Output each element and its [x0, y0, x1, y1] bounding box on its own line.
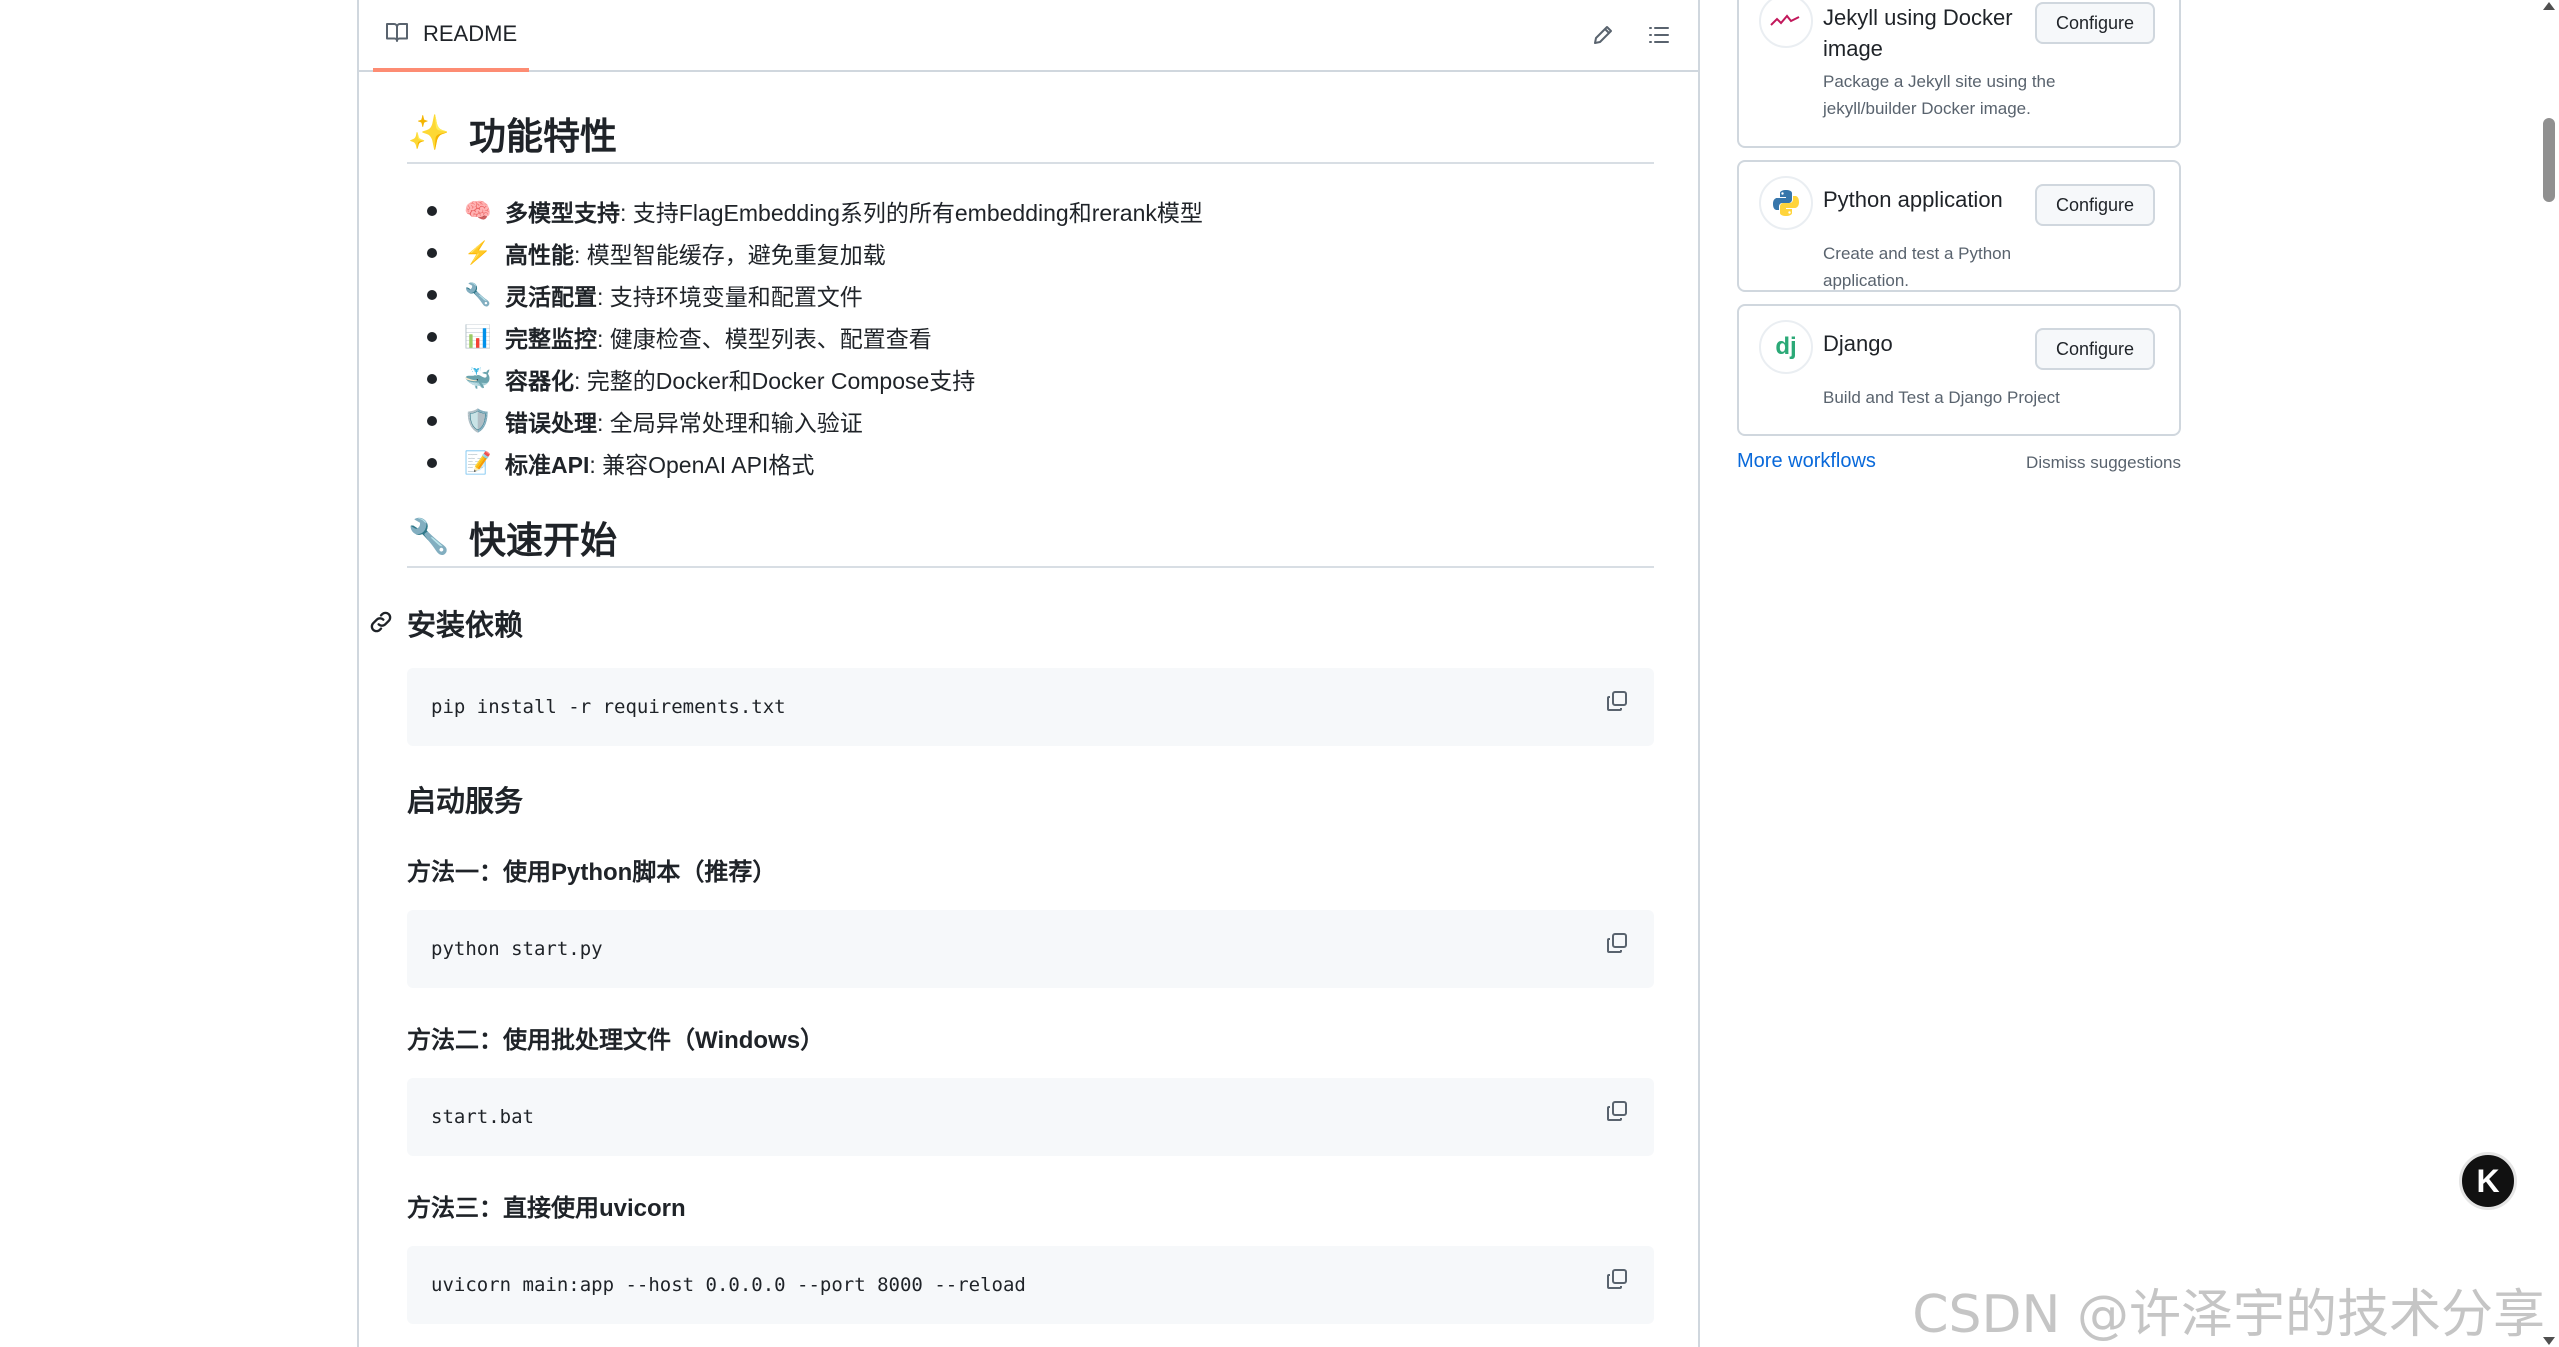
copy-icon — [1605, 1267, 1629, 1296]
watermark: CSDN @许泽宇的技术分享 — [1912, 1285, 2545, 1345]
copy-button[interactable] — [1600, 1264, 1634, 1298]
code-block-method1: python start.py — [407, 910, 1654, 988]
jekyll-icon — [1759, 0, 1813, 48]
method2-heading: 方法二：使用批处理文件（Windows） — [407, 1027, 825, 1054]
readme-tab[interactable]: README — [373, 0, 530, 72]
list-item: 🛡️ 错误处理: 全局异常处理和输入验证 — [407, 400, 1203, 442]
list-icon — [1647, 23, 1671, 51]
brain-icon: 🧠 — [464, 198, 492, 223]
code-text: start.bat — [431, 1106, 534, 1128]
workflow-card-django: dj Django Build and Test a Django Projec… — [1737, 304, 2181, 436]
workflow-card-jekyll: Jekyll using Docker image Package a Jeky… — [1737, 0, 2181, 148]
lightning-icon: ⚡ — [464, 240, 492, 265]
list-item: 📊 完整监控: 健康检查、模型列表、配置查看 — [407, 316, 1203, 358]
copy-icon — [1605, 1099, 1629, 1128]
dismiss-suggestions-link[interactable]: Dismiss suggestions — [2026, 453, 2181, 473]
list-item: 🐳 容器化: 完整的Docker和Docker Compose支持 — [407, 358, 1203, 400]
more-workflows-link[interactable]: More workflows — [1737, 450, 1876, 473]
code-text: uvicorn main:app --host 0.0.0.0 --port 8… — [431, 1274, 1026, 1296]
method1-heading: 方法一：使用Python脚本（推荐） — [407, 859, 777, 886]
code-text: python start.py — [431, 938, 603, 960]
django-icon: dj — [1759, 320, 1813, 374]
workflow-title[interactable]: Jekyll using Docker image — [1823, 2, 2023, 64]
features-heading: ✨ 功能特性 — [407, 104, 1654, 164]
book-icon — [385, 21, 409, 47]
code-block-install: pip install -r requirements.txt — [407, 668, 1654, 746]
floating-extension-button[interactable]: K — [2459, 1152, 2517, 1210]
scroll-thumb[interactable] — [2543, 118, 2555, 202]
readme-tab-label: README — [423, 21, 518, 46]
memo-icon: 📝 — [464, 450, 492, 475]
code-block-method3: uvicorn main:app --host 0.0.0.0 --port 8… — [407, 1246, 1654, 1324]
list-item: 🧠 多模型支持: 支持FlagEmbedding系列的所有embedding和re… — [407, 190, 1203, 232]
copy-button[interactable] — [1600, 1096, 1634, 1130]
workflow-description: Create and test a Python application. — [1823, 244, 2012, 290]
workflow-title[interactable]: Python application — [1823, 184, 2023, 215]
copy-button[interactable] — [1600, 928, 1634, 962]
workflow-title[interactable]: Django — [1823, 328, 2023, 359]
configure-button[interactable]: Configure — [2035, 184, 2155, 226]
workflow-card-python: Python application Create and test a Pyt… — [1737, 160, 2181, 292]
readme-header: README — [359, 0, 1698, 72]
anchor-link-icon[interactable] — [367, 608, 395, 636]
method3-heading: 方法三：直接使用uvicorn — [407, 1195, 686, 1222]
quickstart-heading: 🔧 快速开始 — [407, 508, 1654, 568]
edit-button[interactable] — [1586, 20, 1620, 54]
page-scrollbar[interactable] — [2539, 0, 2559, 1347]
bar-chart-icon: 📊 — [464, 324, 492, 349]
workflow-description: Build and Test a Django Project — [1823, 388, 2060, 407]
features-list: 🧠 多模型支持: 支持FlagEmbedding系列的所有embedding和re… — [407, 190, 1203, 484]
wrench-icon: 🔧 — [407, 518, 451, 556]
list-item: ⚡ 高性能: 模型智能缓存，避免重复加载 — [407, 232, 1203, 274]
wrench-icon: 🔧 — [464, 282, 492, 307]
configure-button[interactable]: Configure — [2035, 2, 2155, 44]
code-block-method2: start.bat — [407, 1078, 1654, 1156]
table-of-contents-button[interactable] — [1642, 20, 1676, 54]
readme-panel: README ✨ 功能特性 🧠 多模型支持: 支持FlagEmbedding系列的… — [357, 0, 1700, 1347]
copy-icon — [1605, 689, 1629, 718]
pencil-icon — [1591, 23, 1615, 51]
shield-icon: 🛡️ — [464, 408, 492, 433]
copy-icon — [1605, 931, 1629, 960]
list-item: 📝 标准API: 兼容OpenAI API格式 — [407, 442, 1203, 484]
install-heading: 安装依赖 — [407, 610, 524, 642]
copy-button[interactable] — [1600, 686, 1634, 720]
scroll-up-arrow-icon[interactable] — [2543, 2, 2555, 10]
start-service-heading: 启动服务 — [407, 786, 524, 818]
sparkles-icon: ✨ — [407, 114, 451, 152]
whale-icon: 🐳 — [464, 366, 492, 391]
configure-button[interactable]: Configure — [2035, 328, 2155, 370]
code-text: pip install -r requirements.txt — [431, 696, 786, 718]
features-heading-text: 功能特性 — [469, 116, 617, 157]
python-icon — [1759, 176, 1813, 230]
list-item: 🔧 灵活配置: 支持环境变量和配置文件 — [407, 274, 1203, 316]
workflow-description: Package a Jekyll site using the jekyll/b… — [1823, 72, 2056, 118]
quickstart-heading-text: 快速开始 — [469, 520, 617, 561]
